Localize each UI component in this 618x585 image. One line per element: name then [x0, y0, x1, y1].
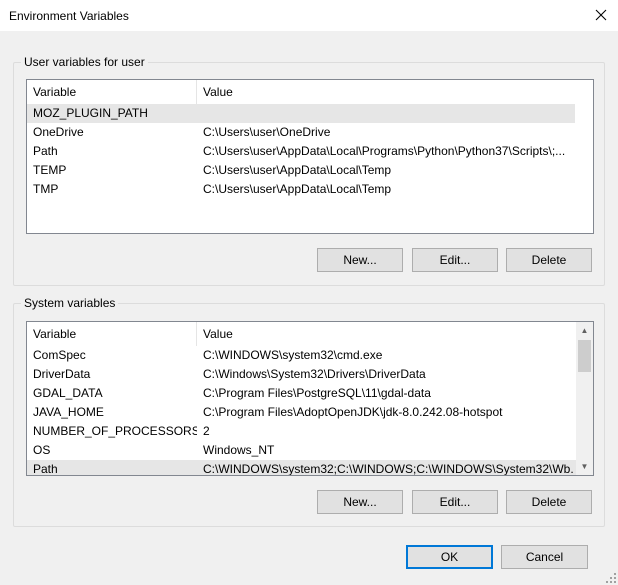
close-button[interactable]: [590, 4, 612, 26]
variable-cell: JAVA_HOME: [33, 405, 104, 419]
table-row[interactable]: OS Windows_NT: [27, 441, 576, 460]
scroll-up-arrow-icon[interactable]: ▲: [576, 322, 593, 339]
user-new-button[interactable]: New...: [317, 248, 403, 272]
variable-cell: Path: [33, 144, 58, 158]
user-list-header: Variable Value: [27, 80, 593, 104]
value-cell: C:\Program Files\PostgreSQL\11\gdal-data: [203, 386, 431, 400]
resize-grip-icon[interactable]: [605, 572, 617, 584]
variable-cell: TEMP: [33, 163, 67, 177]
variable-cell: MOZ_PLUGIN_PATH: [33, 106, 148, 120]
title-bar: Environment Variables: [0, 0, 618, 31]
value-cell: C:\WINDOWS\system32\cmd.exe: [203, 348, 383, 362]
table-row[interactable]: ComSpec C:\WINDOWS\system32\cmd.exe: [27, 346, 576, 365]
system-variables-list[interactable]: Variable Value ComSpec C:\WINDOWS\system3…: [26, 321, 594, 476]
value-cell: C:\WINDOWS\system32;C:\WINDOWS;C:\WINDOW…: [203, 462, 574, 476]
variable-cell: Path: [33, 462, 58, 476]
variable-cell: GDAL_DATA: [33, 386, 103, 400]
table-row[interactable]: TEMP C:\Users\user\AppData\Local\Temp: [27, 161, 575, 180]
table-row[interactable]: Path C:\Users\user\AppData\Local\Programs…: [27, 142, 575, 161]
scrollbar-thumb[interactable]: [578, 340, 591, 372]
value-cell: 2: [203, 424, 210, 438]
user-delete-button[interactable]: Delete: [506, 248, 592, 272]
table-row[interactable]: MOZ_PLUGIN_PATH: [27, 104, 575, 123]
close-icon: [595, 9, 607, 21]
variable-cell: OS: [33, 443, 51, 457]
value-cell: C:\Program Files\AdoptOpenJDK\jdk-8.0.24…: [203, 405, 503, 419]
table-row[interactable]: NUMBER_OF_PROCESSORS 2: [27, 422, 576, 441]
ok-button[interactable]: OK: [406, 545, 493, 569]
column-header-value[interactable]: Value: [197, 80, 575, 104]
table-row[interactable]: GDAL_DATA C:\Program Files\PostgreSQL\11\…: [27, 384, 576, 403]
user-edit-button[interactable]: Edit...: [412, 248, 498, 272]
vertical-scrollbar[interactable]: ▲ ▼: [576, 322, 593, 475]
value-cell: C:\Users\user\OneDrive: [203, 125, 331, 139]
value-cell: C:\Users\user\AppData\Local\Temp: [203, 163, 392, 177]
value-cell: C:\Windows\System32\Drivers\DriverData: [203, 367, 426, 381]
variable-cell: TMP: [33, 182, 59, 196]
table-row[interactable]: OneDrive C:\Users\user\OneDrive: [27, 123, 575, 142]
column-header-value[interactable]: Value: [197, 322, 575, 346]
variable-cell: DriverData: [33, 367, 91, 381]
column-header-variable[interactable]: Variable: [27, 80, 197, 104]
variable-cell: OneDrive: [33, 125, 84, 139]
column-header-variable[interactable]: Variable: [27, 322, 197, 346]
system-new-button[interactable]: New...: [317, 490, 403, 514]
value-cell: Windows_NT: [203, 443, 275, 457]
system-list-header: Variable Value: [27, 322, 593, 346]
table-row[interactable]: TMP C:\Users\user\AppData\Local\Temp: [27, 180, 575, 199]
table-row[interactable]: JAVA_HOME C:\Program Files\AdoptOpenJDK\j…: [27, 403, 576, 422]
system-edit-button[interactable]: Edit...: [412, 490, 498, 514]
scroll-down-arrow-icon[interactable]: ▼: [576, 458, 593, 475]
system-variables-label: System variables: [21, 296, 119, 310]
window-title: Environment Variables: [9, 9, 129, 23]
variable-cell: ComSpec: [33, 348, 86, 362]
variable-cell: NUMBER_OF_PROCESSORS: [33, 424, 197, 438]
user-variables-list[interactable]: Variable Value MOZ_PLUGIN_PATH OneDrive C:…: [26, 79, 594, 234]
system-delete-button[interactable]: Delete: [506, 490, 592, 514]
cancel-button[interactable]: Cancel: [501, 545, 588, 569]
table-row[interactable]: DriverData C:\Windows\System32\Drivers\Dr…: [27, 365, 576, 384]
user-variables-label: User variables for user: [21, 55, 148, 69]
value-cell: C:\Users\user\AppData\Local\Temp: [203, 182, 392, 196]
table-row[interactable]: Path C:\WINDOWS\system32;C:\WINDOWS;C:\WI…: [27, 460, 576, 476]
value-cell: C:\Users\user\AppData\Local\Programs\Pyt…: [203, 144, 566, 158]
